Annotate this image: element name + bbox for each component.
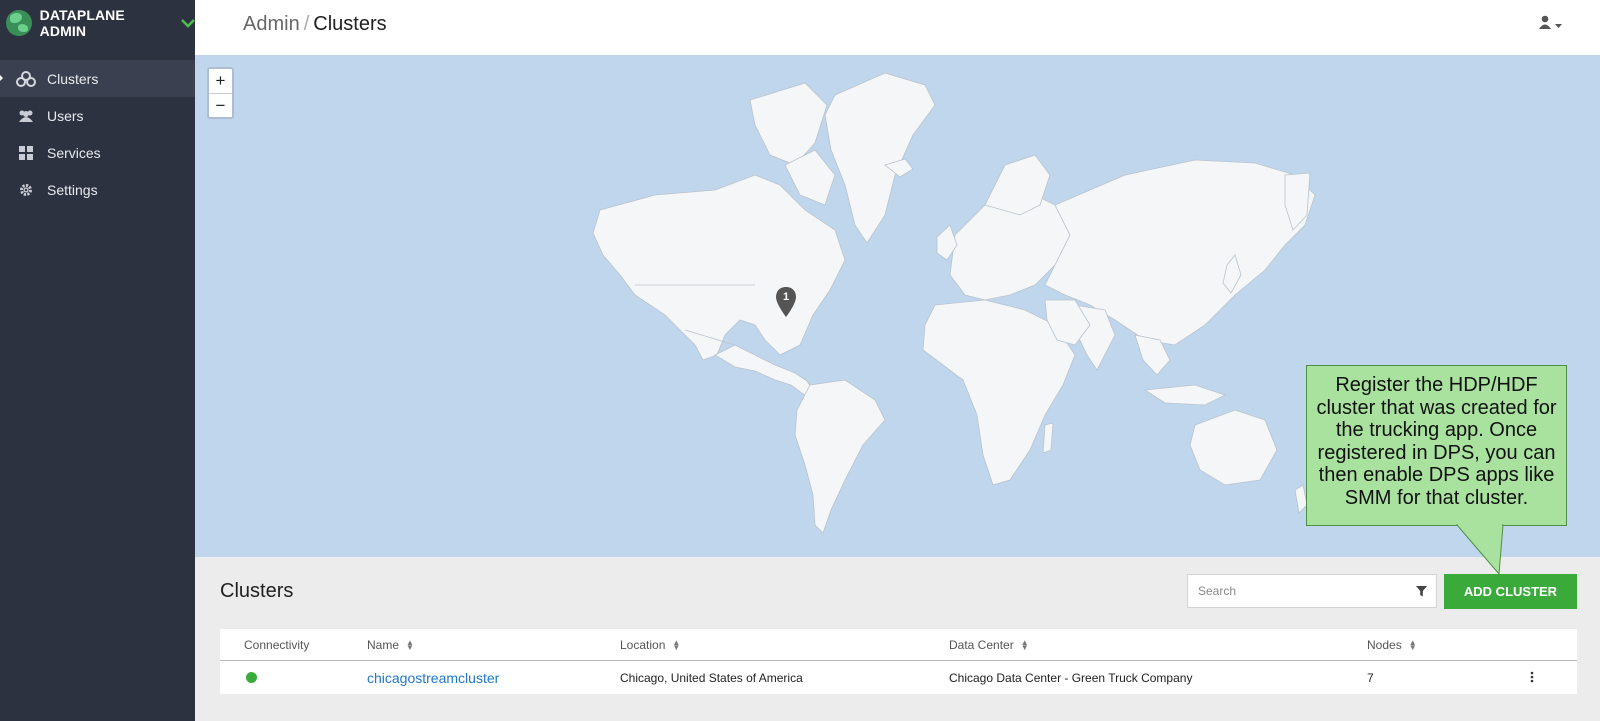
grid-icon [15, 145, 37, 161]
search-input[interactable] [1198, 584, 1406, 598]
cluster-marker[interactable]: 1 [775, 287, 797, 317]
sidebar-item-label: Settings [47, 181, 98, 198]
callout-annotation: Register the HDP/HDF cluster that was cr… [1306, 365, 1567, 526]
sidebar-item-label: Services [47, 144, 101, 161]
sidebar-item-label: Clusters [47, 70, 99, 87]
column-header-name[interactable]: Name ▲ ▼ [367, 638, 620, 652]
zoom-in-button[interactable]: + [209, 69, 232, 93]
table-header-row: Connectivity Name ▲ ▼ Location ▲ ▼ Data Cent… [220, 629, 1577, 661]
callout-tail [1455, 524, 1504, 576]
sidebar-item-services[interactable]: Services [0, 134, 195, 171]
name-cell: chicagostreamcluster [367, 670, 620, 686]
cluster-name-link[interactable]: chicagostreamcluster [367, 670, 499, 686]
connectivity-cell [220, 672, 367, 683]
sidebar-item-users[interactable]: Users [0, 97, 195, 134]
search-box [1187, 574, 1437, 608]
callout-text: Register the HDP/HDF cluster that was cr… [1316, 374, 1557, 509]
sidebar-item-settings[interactable]: Settings [0, 171, 195, 208]
column-header-connectivity: Connectivity [244, 637, 310, 652]
column-header-nodes[interactable]: Nodes ▲ ▼ [1367, 638, 1487, 652]
status-online-icon [246, 672, 257, 683]
app-root: DATAPLANE ADMIN Clusters Users Services … [0, 0, 1600, 721]
users-icon [15, 108, 37, 124]
column-header-location[interactable]: Location ▲ ▼ [620, 638, 949, 652]
marker-count: 1 [782, 291, 790, 303]
land-central-america [714, 344, 816, 398]
column-header-data-center[interactable]: Data Center ▲ ▼ [949, 638, 1367, 652]
caret-down-icon [1555, 16, 1562, 34]
dataplane-logo-icon [6, 10, 32, 36]
breadcrumb: Admin / Clusters [243, 13, 387, 36]
nodes-cell: 7 [1367, 670, 1374, 685]
land-north-america [592, 174, 846, 361]
user-menu-button[interactable] [1539, 15, 1562, 34]
top-header: Admin / Clusters [195, 0, 1600, 55]
sort-icon: ▲ ▼ [1408, 638, 1417, 653]
sidebar-item-clusters[interactable]: Clusters [0, 60, 195, 97]
brand-title: DATAPLANE ADMIN [39, 7, 125, 39]
sort-icon: ▲ ▼ [406, 638, 414, 653]
land-madagascar [1042, 422, 1054, 454]
sidebar: DATAPLANE ADMIN Clusters Users Services … [0, 0, 195, 721]
data-center-cell: Chicago Data Center - Green Truck Compan… [949, 670, 1193, 685]
add-cluster-button[interactable]: ADD CLUSTER [1444, 574, 1577, 609]
sort-icon: ▲ ▼ [672, 638, 681, 653]
land-indonesia [1143, 384, 1227, 406]
brand-menu[interactable]: DATAPLANE ADMIN [0, 0, 195, 46]
breadcrumb-separator: / [303, 13, 310, 35]
row-actions [1487, 670, 1577, 686]
gear-icon [15, 182, 37, 198]
clusters-icon [15, 70, 37, 87]
clusters-table: Connectivity Name ▲ ▼ Location ▲ ▼ Data Cent… [220, 629, 1577, 694]
chevron-down-icon[interactable] [181, 15, 195, 31]
filter-icon[interactable] [1406, 575, 1436, 607]
table-row: chicagostreamcluster Chicago, United Sta… [220, 661, 1577, 694]
clusters-section-title: Clusters [220, 580, 294, 602]
zoom-out-button[interactable]: − [209, 93, 232, 117]
land-greenland [824, 72, 936, 244]
sort-icon: ▲ ▼ [1020, 638, 1029, 653]
more-options-icon[interactable] [1530, 670, 1534, 686]
land-south-america [794, 379, 886, 534]
sidebar-nav: Clusters Users Services Settings [0, 60, 195, 208]
sidebar-item-label: Users [47, 107, 84, 124]
page-title: Clusters [313, 13, 387, 35]
land-australia [1189, 409, 1278, 486]
breadcrumb-admin[interactable]: Admin [243, 13, 300, 35]
zoom-control: + − [207, 67, 234, 119]
user-icon [1539, 15, 1553, 34]
location-cell: Chicago, United States of America [620, 670, 803, 685]
